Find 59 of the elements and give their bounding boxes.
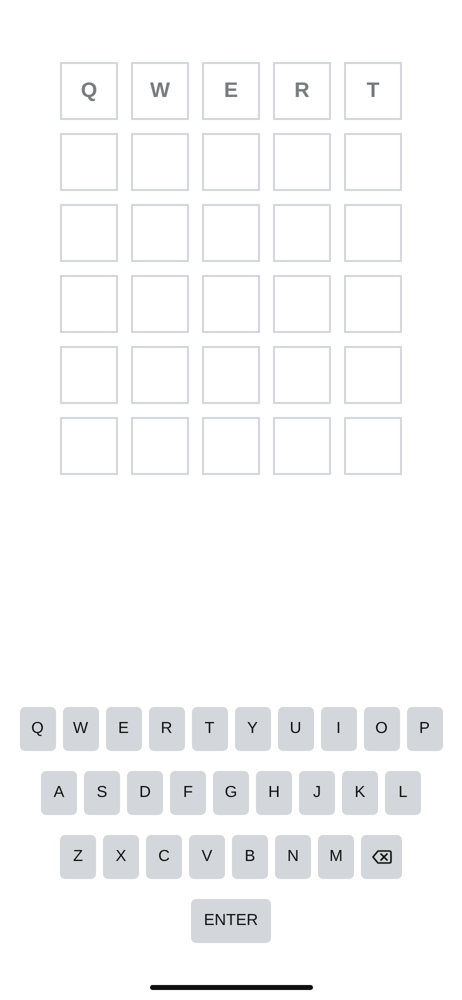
letter-key[interactable]: B [232,835,268,879]
letter-key[interactable]: P [406,707,442,751]
letter-tile: W [131,62,189,120]
empty-tile [131,204,189,262]
letter-key[interactable]: K [342,771,378,815]
empty-tile [60,346,118,404]
empty-tile [202,204,260,262]
letter-key[interactable]: H [256,771,292,815]
letter-key[interactable]: Z [60,835,96,879]
letter-key[interactable]: C [146,835,182,879]
empty-tile [60,204,118,262]
empty-tile [202,275,260,333]
enter-key[interactable]: ENTER [191,899,271,943]
letter-key[interactable]: V [189,835,225,879]
letter-key[interactable]: A [41,771,77,815]
letter-tile: E [202,62,260,120]
empty-tile [273,275,331,333]
empty-tile [344,204,402,262]
letter-key[interactable]: J [299,771,335,815]
empty-tile [60,275,118,333]
letter-key[interactable]: D [127,771,163,815]
empty-tile [60,417,118,475]
empty-tile [131,133,189,191]
empty-tile [273,133,331,191]
letter-key[interactable]: I [320,707,356,751]
letter-key[interactable]: G [213,771,249,815]
letter-key[interactable]: L [385,771,421,815]
letter-key[interactable]: T [192,707,228,751]
letter-key[interactable]: R [148,707,184,751]
empty-tile [344,133,402,191]
letter-key[interactable]: N [275,835,311,879]
empty-tile [344,346,402,404]
letter-key[interactable]: F [170,771,206,815]
letter-key[interactable]: U [278,707,314,751]
empty-tile [273,346,331,404]
empty-tile [202,346,260,404]
letter-key[interactable]: S [84,771,120,815]
letter-key[interactable]: Y [234,707,270,751]
empty-tile [273,417,331,475]
empty-tile [202,417,260,475]
letter-key[interactable]: M [318,835,354,879]
letter-tile: T [344,62,402,120]
empty-tile [131,346,189,404]
empty-tile [202,133,260,191]
empty-tile [344,417,402,475]
letter-tile: R [273,62,331,120]
letter-tile: Q [60,62,118,120]
empty-tile [273,204,331,262]
empty-tile [60,133,118,191]
letter-key[interactable]: O [364,707,400,751]
backspace-icon [372,849,392,865]
empty-tile [344,275,402,333]
letter-key[interactable]: X [103,835,139,879]
empty-tile [131,417,189,475]
empty-tile [131,275,189,333]
letter-key[interactable]: Q [20,707,56,751]
letter-key[interactable]: W [62,707,98,751]
backspace-key[interactable] [361,835,402,879]
letter-key[interactable]: E [106,707,142,751]
